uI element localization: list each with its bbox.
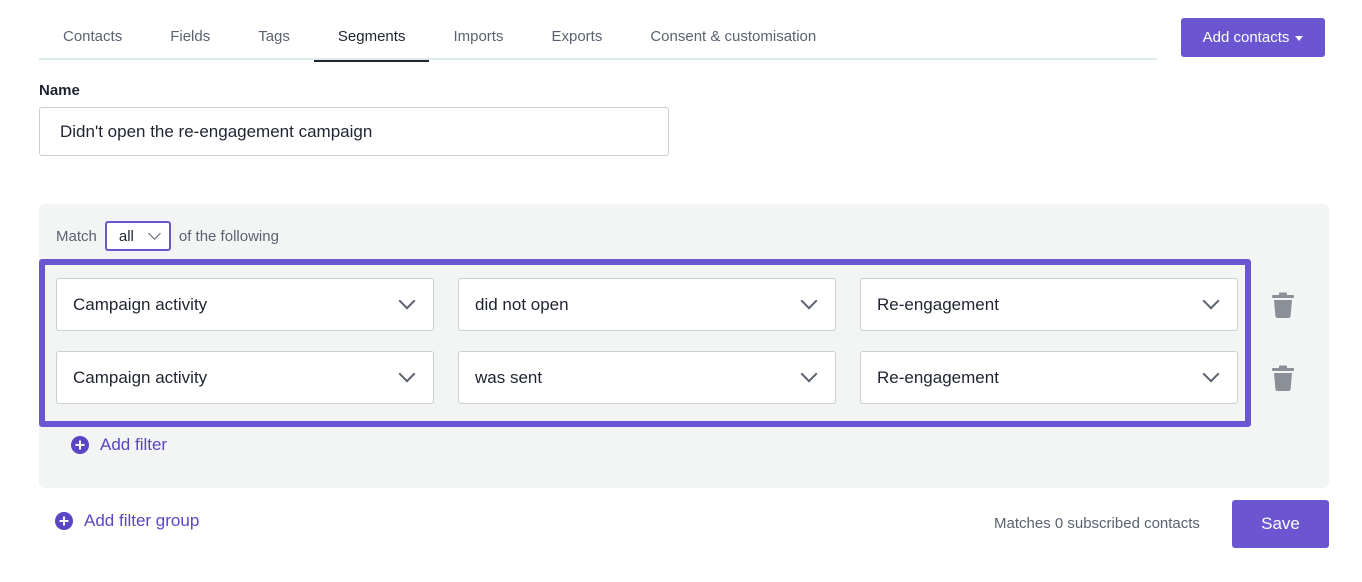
add-contacts-label: Add contacts [1202, 29, 1290, 46]
trash-icon[interactable] [1272, 365, 1294, 391]
match-row: Match all of the following [56, 221, 279, 251]
name-label: Name [39, 82, 80, 99]
match-prefix-label: Match [56, 227, 97, 245]
filter-condition-value: did not open [475, 294, 569, 314]
tab-bar: Contacts Fields Tags Segments Imports Ex… [39, 14, 1157, 62]
filter-condition-value: was sent [475, 367, 543, 387]
matches-count-text: Matches 0 subscribed contacts [994, 515, 1200, 532]
filter-field-select[interactable]: Campaign activity [56, 351, 434, 404]
tab-exports[interactable]: Exports [527, 14, 626, 60]
match-select-value: all [118, 227, 134, 245]
segment-name-input[interactable] [39, 107, 669, 156]
add-contacts-button[interactable]: Add contacts [1181, 18, 1325, 57]
filter-value-select[interactable]: Re-engagement [860, 351, 1238, 404]
trash-icon[interactable] [1272, 292, 1294, 318]
filter-value-value: Re-engagement [877, 294, 999, 314]
chevron-down-icon [1202, 365, 1220, 383]
tab-fields[interactable]: Fields [146, 14, 234, 60]
add-filter-group-button[interactable]: Add filter group [55, 511, 199, 531]
filter-condition-select[interactable]: was sent [458, 351, 836, 404]
add-filter-group-label: Add filter group [84, 511, 200, 530]
save-button[interactable]: Save [1232, 500, 1329, 548]
tab-segments[interactable]: Segments [313, 14, 430, 62]
chevron-down-icon [800, 292, 818, 310]
chevron-down-icon [800, 365, 818, 383]
tab-tags[interactable]: Tags [234, 14, 314, 60]
add-filter-button[interactable]: Add filter [71, 435, 167, 455]
add-filter-label: Add filter [100, 435, 168, 454]
filter-field-value: Campaign activity [73, 367, 208, 387]
match-select[interactable]: all [104, 221, 171, 251]
match-suffix-label: of the following [178, 227, 279, 245]
filter-field-value: Campaign activity [73, 294, 208, 314]
filters-highlight-box: Campaign activity did not open Re-engage… [39, 259, 1251, 427]
filter-value-select[interactable]: Re-engagement [860, 278, 1238, 331]
tab-imports[interactable]: Imports [429, 14, 527, 60]
tab-consent-customisation[interactable]: Consent & customisation [626, 14, 840, 60]
filter-group-panel: Match all of the following Campaign acti… [39, 204, 1329, 488]
caret-down-icon [1295, 35, 1304, 41]
filter-value-value: Re-engagement [877, 367, 999, 387]
chevron-down-icon [398, 365, 416, 383]
plus-circle-icon [55, 512, 73, 530]
plus-circle-icon [71, 436, 89, 454]
chevron-down-icon [147, 227, 161, 240]
filter-row: Campaign activity did not open Re-engage… [56, 278, 1238, 331]
tab-contacts[interactable]: Contacts [39, 14, 146, 60]
filter-condition-select[interactable]: did not open [458, 278, 836, 331]
filter-row: Campaign activity was sent Re-engagement [56, 351, 1238, 404]
chevron-down-icon [1202, 292, 1220, 310]
filter-field-select[interactable]: Campaign activity [56, 278, 434, 331]
chevron-down-icon [398, 292, 416, 310]
